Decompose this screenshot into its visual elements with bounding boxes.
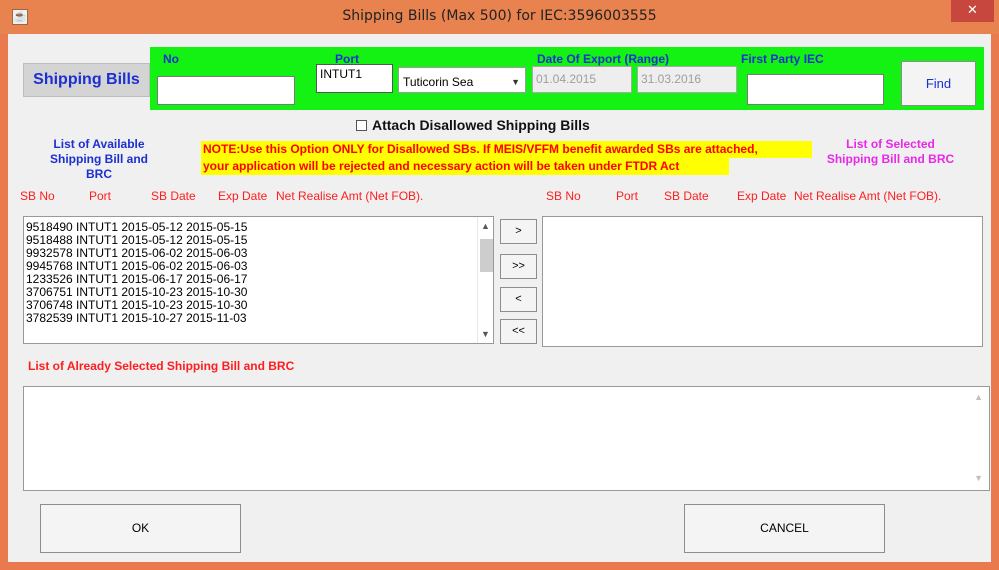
- already-selected-list[interactable]: ▲ ▼: [23, 386, 990, 491]
- selected-col-exp-date: Exp Date: [737, 189, 787, 203]
- note-mask: [729, 158, 812, 175]
- remove-all-button[interactable]: <<: [500, 319, 537, 344]
- first-party-iec-input[interactable]: [747, 74, 884, 105]
- port-select-value: Tuticorin Sea: [403, 75, 474, 89]
- attach-disallowed-label: Attach Disallowed Shipping Bills: [372, 117, 590, 133]
- window-title: Shipping Bills (Max 500) for IEC:3596003…: [342, 8, 657, 24]
- dialog-body: Shipping Bills No Port Date Of Export (R…: [8, 34, 991, 562]
- selected-title-line2: Shipping Bill and BRC: [826, 152, 955, 166]
- available-col-net-fob: Net Realise Amt (Net FOB).: [276, 189, 424, 203]
- available-shipping-bill-list[interactable]: 9518490 INTUT1 2015-05-12 2015-05-15 951…: [23, 216, 494, 344]
- scroll-down-icon[interactable]: ▼: [974, 473, 983, 483]
- scroll-up-icon[interactable]: ▲: [481, 221, 490, 231]
- available-col-port: Port: [89, 189, 112, 203]
- close-button[interactable]: ✕: [951, 0, 994, 22]
- port-code-input[interactable]: INTUT1: [316, 64, 393, 93]
- title-bar[interactable]: ☕ Shipping Bills (Max 500) for IEC:35960…: [0, 0, 999, 34]
- note-line2: your application will be rejected and ne…: [203, 159, 680, 173]
- scroll-down-icon[interactable]: ▼: [481, 329, 490, 339]
- selected-shipping-bill-list[interactable]: [542, 216, 983, 347]
- selected-col-sb-no: SB No: [546, 189, 581, 203]
- available-list-scrollbar[interactable]: ▲ ▼: [477, 217, 493, 343]
- close-icon: ✕: [967, 3, 978, 18]
- add-selected-button[interactable]: >: [500, 219, 537, 244]
- already-selected-title: List of Already Selected Shipping Bill a…: [28, 359, 295, 373]
- list-item[interactable]: 3782539 INTUT1 2015-10-27 2015-11-03: [24, 312, 247, 325]
- available-title-line1: List of Available: [53, 137, 145, 151]
- available-col-sb-date: SB Date: [151, 189, 196, 203]
- selected-list-title: List of Selected Shipping Bill and BRC: [823, 137, 958, 167]
- date-range-label: Date Of Export (Range): [537, 52, 670, 66]
- available-title-line2: Shipping Bill and BRC: [50, 152, 148, 181]
- add-all-button[interactable]: >>: [500, 254, 537, 279]
- disallowed-note: NOTE:Use this Option ONLY for Disallowed…: [201, 141, 812, 175]
- ok-button[interactable]: OK: [40, 504, 241, 553]
- selected-col-sb-date: SB Date: [664, 189, 709, 203]
- shipping-bills-label: Shipping Bills: [23, 63, 150, 97]
- date-from-input[interactable]: 01.04.2015: [532, 66, 632, 93]
- selected-col-port: Port: [616, 189, 639, 203]
- available-col-sb-no: SB No: [20, 189, 55, 203]
- find-button[interactable]: Find: [901, 61, 976, 106]
- dialog-window: ☕ Shipping Bills (Max 500) for IEC:35960…: [0, 0, 999, 570]
- scroll-up-icon[interactable]: ▲: [974, 392, 983, 402]
- sb-number-input[interactable]: [157, 76, 295, 105]
- scrollbar-thumb[interactable]: [480, 239, 493, 272]
- chevron-down-icon: ▼: [511, 77, 520, 87]
- attach-disallowed-checkbox-row[interactable]: Attach Disallowed Shipping Bills: [356, 117, 590, 133]
- available-col-exp-date: Exp Date: [218, 189, 268, 203]
- selected-title-line1: List of Selected: [846, 137, 935, 151]
- search-panel: No Port Date Of Export (Range) First Par…: [150, 47, 984, 110]
- cancel-button[interactable]: CANCEL: [684, 504, 885, 553]
- note-line1: NOTE:Use this Option ONLY for Disallowed…: [203, 142, 758, 156]
- attach-disallowed-checkbox[interactable]: [356, 120, 367, 131]
- date-to-input[interactable]: 31.03.2016: [637, 66, 737, 93]
- first-party-iec-label: First Party IEC: [741, 52, 824, 66]
- remove-selected-button[interactable]: <: [500, 287, 537, 312]
- selected-col-net-fob: Net Realise Amt (Net FOB).: [794, 189, 942, 203]
- no-label: No: [163, 52, 179, 66]
- available-list-title: List of Available Shipping Bill and BRC: [36, 137, 162, 182]
- port-select[interactable]: Tuticorin Sea ▼: [398, 67, 526, 93]
